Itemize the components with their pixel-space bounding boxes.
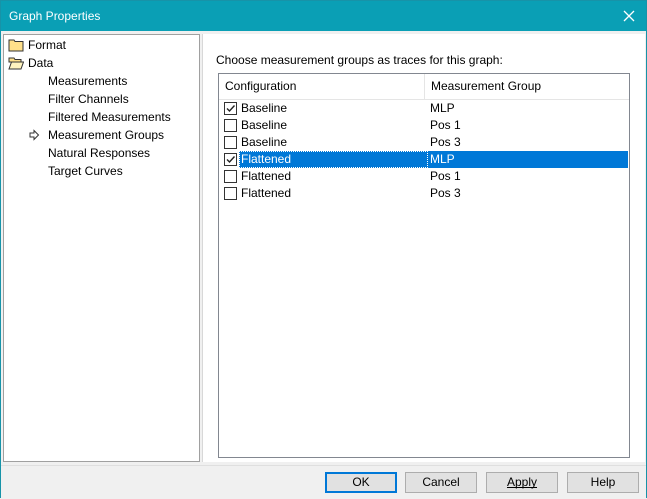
check-icon — [226, 105, 236, 113]
table-row[interactable]: Flattened Pos 3 — [219, 185, 629, 202]
folder-open-icon — [8, 56, 25, 70]
configuration-cell: Flattened — [241, 169, 292, 183]
measurement-group-cell: Pos 3 — [430, 135, 461, 149]
configuration-cell: Baseline — [241, 135, 288, 149]
check-icon — [226, 156, 236, 164]
category-tree[interactable]: Format Data Measurements Filter Channels Fil… — [3, 34, 200, 462]
folder-icon — [8, 38, 24, 52]
tree-item-label: Filter Channels — [48, 92, 129, 106]
tree-item-label: Target Curves — [48, 164, 123, 178]
measurement-group-cell: Pos 1 — [430, 118, 461, 132]
tree-item[interactable]: Measurement Groups — [48, 126, 164, 144]
trace-checkbox[interactable] — [224, 187, 237, 200]
cancel-button[interactable]: Cancel — [405, 472, 477, 493]
title-bar[interactable]: Graph Properties — [1, 1, 646, 31]
tree-item-label: Data — [28, 56, 54, 70]
tree-item-label: Measurements — [48, 74, 128, 88]
help-button[interactable]: Help — [567, 472, 639, 493]
table-row[interactable]: Flattened Pos 1 — [219, 168, 629, 185]
column-header-measurement-group[interactable]: Measurement Group — [425, 74, 629, 99]
table-row[interactable]: Baseline MLP — [219, 100, 629, 117]
tree-item[interactable]: Data — [8, 54, 53, 72]
table-row[interactable]: Baseline Pos 3 — [219, 134, 629, 151]
button-bar: OK Cancel Apply Help — [1, 465, 646, 499]
tree-item[interactable]: Format — [8, 36, 66, 54]
close-button[interactable] — [612, 1, 646, 31]
tree-item[interactable]: Measurements — [48, 72, 127, 90]
instruction-text: Choose measurement groups as traces for … — [216, 53, 503, 67]
trace-checkbox[interactable] — [224, 136, 237, 149]
window-title: Graph Properties — [9, 9, 101, 23]
tree-item-label: Filtered Measurements — [48, 110, 171, 124]
trace-checkbox[interactable] — [224, 102, 237, 115]
selected-arrow-icon — [28, 129, 40, 141]
tree-item[interactable]: Filter Channels — [48, 90, 129, 108]
tree-item-label: Measurement Groups — [48, 128, 165, 142]
configuration-cell: Flattened — [241, 152, 292, 166]
configuration-cell: Flattened — [241, 186, 292, 200]
configuration-cell: Baseline — [241, 118, 288, 132]
apply-label: Apply — [506, 475, 538, 489]
table-row[interactable]: Flattened MLP — [219, 151, 629, 168]
settings-panel: Choose measurement groups as traces for … — [202, 34, 645, 462]
tree-item-label: Natural Responses — [48, 146, 151, 160]
trace-checkbox[interactable] — [224, 119, 237, 132]
trace-checkbox[interactable] — [224, 153, 237, 166]
trace-checkbox[interactable] — [224, 170, 237, 183]
tree-item[interactable]: Natural Responses — [48, 144, 150, 162]
graph-properties-dialog: Graph Properties Format Data Measurements F… — [0, 0, 647, 499]
configuration-cell: Baseline — [241, 101, 288, 115]
table-row[interactable]: Baseline Pos 1 — [219, 117, 629, 134]
measurement-group-list[interactable]: Configuration Measurement Group Baseline… — [218, 73, 630, 458]
measurement-group-cell: Pos 3 — [430, 186, 461, 200]
measurement-group-cell: MLP — [430, 152, 455, 166]
tree-item[interactable]: Target Curves — [48, 162, 123, 180]
measurement-group-cell: MLP — [430, 101, 455, 115]
column-header-configuration[interactable]: Configuration — [219, 74, 425, 99]
list-header: Configuration Measurement Group — [219, 74, 629, 100]
ok-button[interactable]: OK — [325, 472, 397, 493]
apply-button[interactable]: Apply — [486, 472, 558, 493]
tree-item[interactable]: Filtered Measurements — [48, 108, 171, 126]
close-icon — [623, 10, 635, 22]
measurement-group-cell: Pos 1 — [430, 169, 461, 183]
dialog-body: Format Data Measurements Filter Channels Fil… — [1, 31, 646, 465]
tree-item-label: Format — [28, 38, 67, 52]
